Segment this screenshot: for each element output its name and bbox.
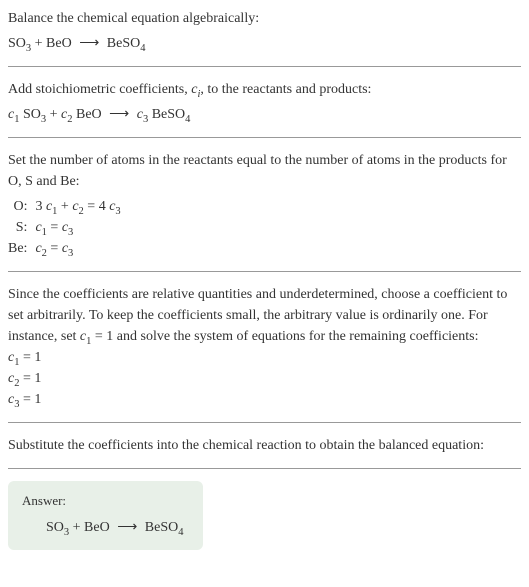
so3: SO xyxy=(19,107,40,122)
instruction-text: Add stoichiometric coefficients, ci, to … xyxy=(8,79,521,100)
c-sub: 3 xyxy=(68,248,73,259)
atom-equations-table: O: 3 c1 + c2 = 4 c3 S: c1 = c3 Be: c2 = … xyxy=(8,196,121,259)
coef: 4 xyxy=(99,199,110,214)
solution-c1: c1 = 1 xyxy=(8,347,521,368)
beso4: BeSO xyxy=(141,520,178,535)
beso4-subscript: 4 xyxy=(140,43,145,54)
reactant-so3: SO xyxy=(8,36,26,51)
instruction-text: Set the number of atoms in the reactants… xyxy=(8,150,521,192)
beso4-sub: 4 xyxy=(178,526,183,537)
value: = 1 xyxy=(19,392,41,407)
coef: 3 xyxy=(35,199,46,214)
beso4: BeSO xyxy=(148,107,185,122)
equation-value: 3 c1 + c2 = 4 c3 xyxy=(35,196,120,217)
plus: + xyxy=(57,199,72,214)
text-b: , to the reactants and products: xyxy=(200,82,371,97)
row-sulfur: S: c1 = c3 xyxy=(8,217,121,238)
coefficient-equation: c1 SO3 + c2 BeO ⟶ c3 BeSO4 xyxy=(8,104,521,125)
section-add-coefficients: Add stoichiometric coefficients, ci, to … xyxy=(8,79,521,138)
answer-label: Answer: xyxy=(22,491,189,511)
plus: + xyxy=(46,107,61,122)
element-label: O: xyxy=(8,196,35,217)
unbalanced-equation: SO3 + BeO ⟶ BeSO4 xyxy=(8,33,521,54)
solution-c3: c3 = 1 xyxy=(8,389,521,410)
equals: = xyxy=(47,220,62,235)
c-sub: 3 xyxy=(115,206,120,217)
row-beryllium: Be: c2 = c3 xyxy=(8,238,121,259)
section-atom-balance: Set the number of atoms in the reactants… xyxy=(8,150,521,272)
element-label: Be: xyxy=(8,238,35,259)
beo: BeO xyxy=(73,107,106,122)
so3: SO xyxy=(46,520,64,535)
instruction-text: Balance the chemical equation algebraica… xyxy=(8,8,521,29)
row-oxygen: O: 3 c1 + c2 = 4 c3 xyxy=(8,196,121,217)
instruction-text: Since the coefficients are relative quan… xyxy=(8,284,521,347)
value: = 1 xyxy=(19,350,41,365)
equals: = xyxy=(47,241,62,256)
c-sub: 3 xyxy=(68,227,73,238)
section-solve: Since the coefficients are relative quan… xyxy=(8,284,521,423)
answer-box: Answer: SO3 + BeO ⟶ BeSO4 xyxy=(8,481,203,550)
plus-beo: + BeO xyxy=(31,36,75,51)
arrow-icon: ⟶ xyxy=(113,520,141,535)
text-b: = 1 and solve the system of equations fo… xyxy=(91,329,478,344)
element-label: S: xyxy=(8,217,35,238)
arrow-icon: ⟶ xyxy=(105,107,133,122)
value: = 1 xyxy=(19,371,41,386)
text-a: Add stoichiometric coefficients, xyxy=(8,82,191,97)
equation-value: c1 = c3 xyxy=(35,217,120,238)
plus-beo: + BeO xyxy=(69,520,113,535)
coefficient-solutions: c1 = 1 c2 = 1 c3 = 1 xyxy=(8,347,521,410)
beso4-sub: 4 xyxy=(185,114,190,125)
equation-value: c2 = c3 xyxy=(35,238,120,259)
solution-c2: c2 = 1 xyxy=(8,368,521,389)
arrow-icon: ⟶ xyxy=(75,36,103,51)
product-beso4: BeSO xyxy=(103,36,140,51)
equals: = xyxy=(84,199,99,214)
balanced-equation: SO3 + BeO ⟶ BeSO4 xyxy=(22,517,189,538)
instruction-text: Substitute the coefficients into the che… xyxy=(8,435,521,456)
section-balance-intro: Balance the chemical equation algebraica… xyxy=(8,8,521,67)
section-substitute: Substitute the coefficients into the che… xyxy=(8,435,521,469)
